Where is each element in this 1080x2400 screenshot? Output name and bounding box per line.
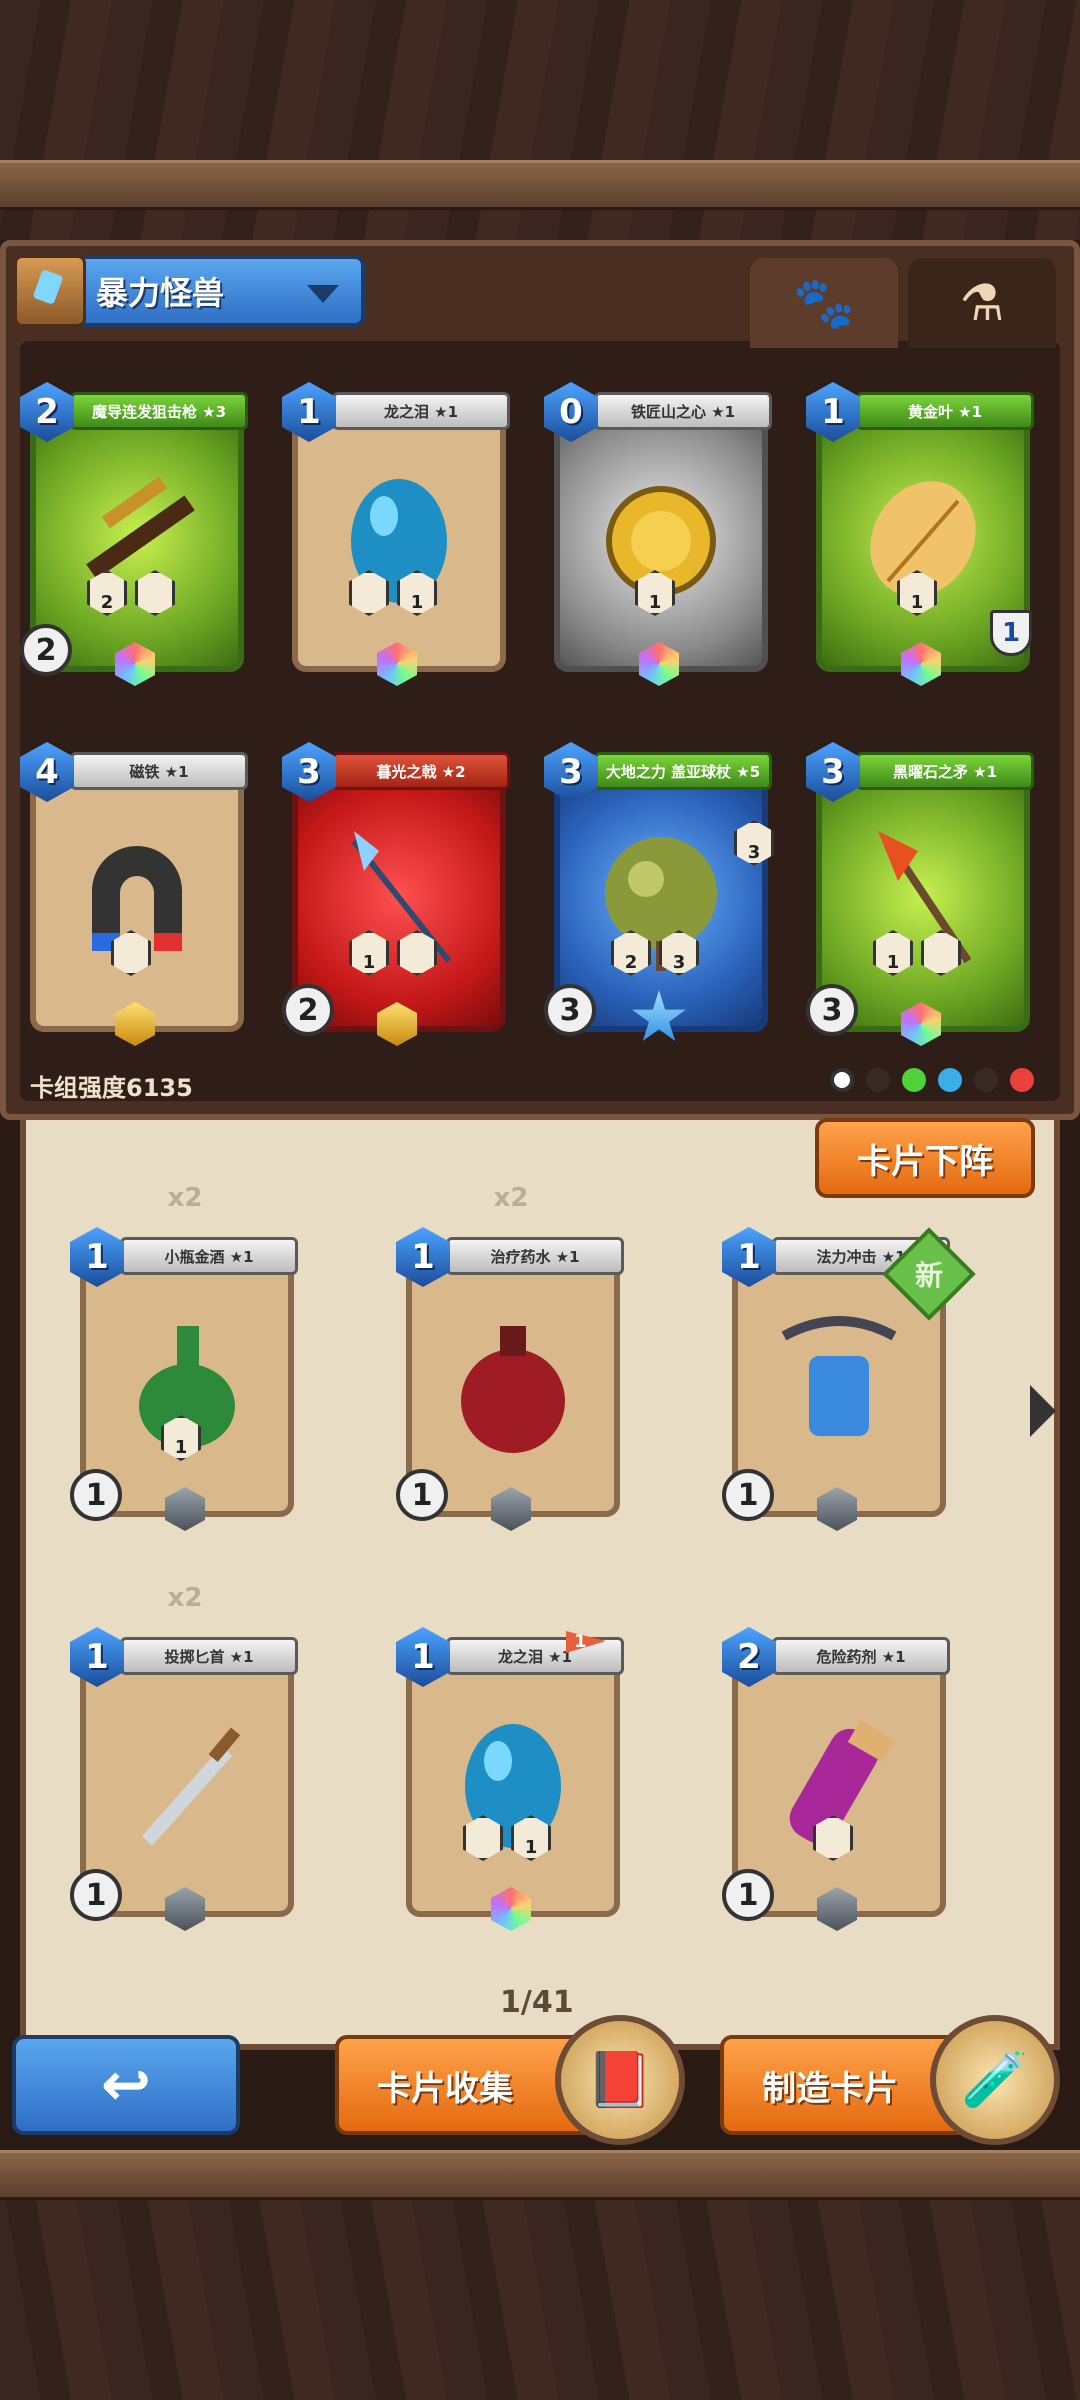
card-name: 危险药剂 ★1 bbox=[772, 1637, 950, 1675]
element-filters[interactable] bbox=[830, 1068, 1034, 1092]
page-indicator: 1/41 bbox=[500, 1985, 574, 2020]
card-copies: x2 bbox=[493, 1183, 529, 1213]
deck-card-halberd[interactable]: 暮光之戟 ★2 3 1 2 bbox=[282, 740, 512, 1046]
deck-card-dragon-tear-egg[interactable]: 龙之泪 ★1 1 1 bbox=[282, 380, 512, 686]
card-name: 龙之泪 ★1 bbox=[332, 392, 510, 430]
paw-icon: 🐾 bbox=[792, 273, 856, 332]
deck-card-golden-leaf[interactable]: 黄金叶 ★1 1 1 1 bbox=[806, 380, 1036, 686]
card-name: 黑曜石之矛 ★1 bbox=[856, 752, 1034, 790]
card-collection-label: 卡片收集 bbox=[377, 2068, 513, 2109]
card-name: 大地之力 盖亚球杖 ★5 bbox=[594, 752, 772, 790]
tab-items[interactable]: ⚗ bbox=[908, 258, 1056, 348]
collection-card-red-potion[interactable]: x2 治疗药水 ★1 1 1 bbox=[396, 1183, 626, 1531]
back-button[interactable]: ↩ bbox=[12, 2035, 240, 2135]
card-attack-value: 2 bbox=[282, 984, 334, 1036]
card-frame bbox=[30, 760, 244, 1032]
card-name: 投掷匕首 ★1 bbox=[120, 1637, 298, 1675]
deck-name: 暴力怪兽 bbox=[96, 274, 225, 312]
wood-beam-bottom bbox=[0, 2150, 1080, 2200]
chevron-down-icon bbox=[307, 285, 339, 303]
mana-blast-art bbox=[774, 1306, 904, 1456]
card-attack-value: 2 bbox=[20, 624, 72, 676]
filter-dark-icon[interactable] bbox=[974, 1068, 998, 1092]
wood-beam-top bbox=[0, 160, 1080, 210]
card-attack-value: 1 bbox=[396, 1469, 448, 1521]
card-attack-value: 3 bbox=[806, 984, 858, 1036]
red-potion-art bbox=[448, 1306, 578, 1456]
card-shield-value: 1 bbox=[990, 610, 1032, 656]
card-copies: x2 bbox=[167, 1583, 203, 1613]
card-attack-value: 1 bbox=[70, 1469, 122, 1521]
potion-icon: ⚗ bbox=[959, 274, 1005, 332]
card-name: 治疗药水 ★1 bbox=[446, 1237, 624, 1275]
back-arrow-icon: ↩ bbox=[100, 2050, 152, 2120]
card-name: 小瓶金酒 ★1 bbox=[120, 1237, 298, 1275]
collection-card-dragon-tear-egg[interactable]: 龙之泪 ★1 1 1 1 bbox=[396, 1625, 626, 1931]
collection-card-green-potion[interactable]: x2 小瓶金酒 ★1 1 1 1 bbox=[70, 1183, 300, 1531]
deck-card-earth-orb[interactable]: 大地之力 盖亚球杖 ★5 3 2 3 3 3 bbox=[544, 740, 774, 1041]
card-attack-value: 3 bbox=[544, 984, 596, 1036]
card-name: 暮光之戟 ★2 bbox=[332, 752, 510, 790]
dagger-art bbox=[122, 1706, 252, 1856]
collection-card-dagger[interactable]: x2 投掷匕首 ★1 1 1 bbox=[70, 1583, 300, 1931]
card-attack-value: 1 bbox=[722, 1469, 774, 1521]
craft-potion-icon[interactable]: 🧪 bbox=[930, 2015, 1060, 2145]
deck-card-magnet[interactable]: 磁铁 ★1 4 bbox=[20, 740, 250, 1046]
card-attack-value: 1 bbox=[722, 1869, 774, 1921]
deck-card-gold-coin[interactable]: 铁匠山之心 ★1 0 1 bbox=[544, 380, 774, 686]
card-name: 铁匠山之心 ★1 bbox=[594, 392, 772, 430]
card-attack-value: 1 bbox=[70, 1869, 122, 1921]
filter-water-icon[interactable] bbox=[938, 1068, 962, 1092]
card-name: 磁铁 ★1 bbox=[70, 752, 248, 790]
deck-book-icon bbox=[14, 255, 86, 327]
filter-nature-icon[interactable] bbox=[902, 1068, 926, 1092]
tab-monster[interactable]: 🐾 bbox=[750, 258, 898, 348]
card-album-icon[interactable]: 📕 bbox=[555, 2015, 685, 2145]
card-name: 魔导连发狙击枪 ★3 bbox=[70, 392, 248, 430]
filter-neutral-icon[interactable] bbox=[830, 1068, 854, 1092]
card-frame bbox=[406, 1645, 620, 1917]
collection-card-mana-blast[interactable]: 法力冲击 ★1 1 1 新 bbox=[722, 1225, 976, 1531]
collection-card-purple-vial[interactable]: 危险药剂 ★1 2 1 bbox=[722, 1625, 952, 1931]
card-copies: x2 bbox=[167, 1183, 203, 1213]
deck-card-sniper-rifle[interactable]: 魔导连发狙击枪 ★3 2 2 2 bbox=[20, 380, 250, 686]
next-page-arrow-icon[interactable] bbox=[1030, 1385, 1056, 1437]
deck-card-obsidian-spear[interactable]: 黑曜石之矛 ★1 3 1 3 bbox=[806, 740, 1036, 1046]
card-frame bbox=[292, 400, 506, 672]
deck-selector-dropdown[interactable]: 暴力怪兽 bbox=[14, 255, 365, 327]
deck-strength: 卡组强度6135 bbox=[30, 1074, 193, 1102]
filter-earth-icon[interactable] bbox=[866, 1068, 890, 1092]
filter-fire-icon[interactable] bbox=[1010, 1068, 1034, 1092]
card-frame bbox=[554, 400, 768, 672]
remove-card-button[interactable]: 卡片下阵 bbox=[815, 1118, 1035, 1198]
craft-card-label: 制造卡片 bbox=[762, 2068, 898, 2109]
card-name: 黄金叶 ★1 bbox=[856, 392, 1034, 430]
